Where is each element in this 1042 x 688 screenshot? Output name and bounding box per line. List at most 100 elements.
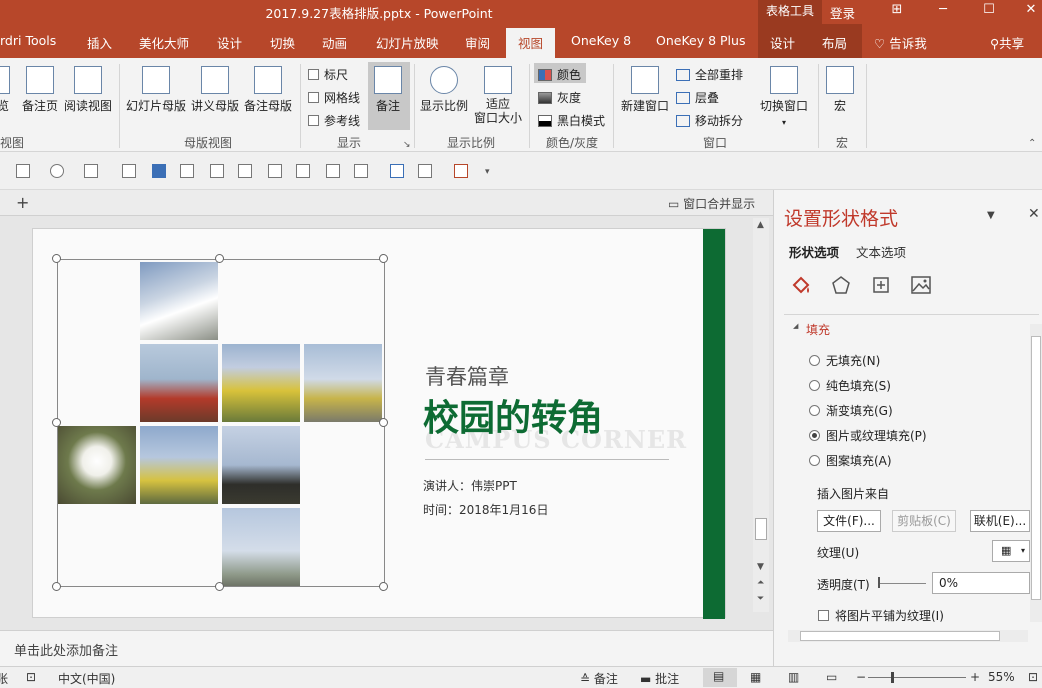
arrange-all-button[interactable]: 全部重排 [676, 66, 743, 83]
dialog-launcher-icon[interactable]: ↘ [403, 140, 411, 150]
slide-sorter-icon[interactable]: ▦ [750, 670, 761, 684]
tab-text-options[interactable]: 文本选项 [856, 242, 906, 261]
fit-slide-icon[interactable]: ⊡ [1028, 670, 1038, 684]
gradient-fill-radio[interactable]: 渐变填充(G) [809, 402, 893, 419]
flip-icon[interactable] [354, 164, 368, 178]
selection-frame[interactable] [57, 259, 385, 587]
clipboard-button[interactable]: 剪贴板(C) [892, 510, 956, 532]
align-right-icon[interactable] [210, 164, 224, 178]
tab-rdri-tools[interactable]: rdri Tools [0, 33, 56, 48]
pane-horizontal-scrollbar[interactable] [788, 630, 1028, 642]
normal-view-button[interactable]: ▤ [703, 668, 737, 687]
radio-dot[interactable] [809, 455, 820, 466]
radio-dot[interactable] [809, 355, 820, 366]
login-link[interactable]: 登录 [830, 3, 855, 22]
reading-view-icon[interactable]: ▥ [788, 670, 799, 684]
align-left-icon[interactable] [180, 164, 194, 178]
notes-master-button[interactable]: 备注母版 [244, 66, 292, 114]
merge-window-display-button[interactable]: ▭ 窗口合并显示 [668, 195, 755, 212]
picture-fill-radio[interactable]: 图片或纹理填充(P) [809, 427, 927, 444]
zoom-slider[interactable] [868, 677, 966, 678]
macros-button[interactable]: 宏 [826, 66, 854, 114]
tab-slideshow[interactable]: 幻灯片放映 [376, 33, 439, 52]
ribbon-display-icon[interactable]: ⊞ [874, 0, 920, 24]
pane-options-icon[interactable]: ▼ [987, 210, 995, 221]
no-fill-radio[interactable]: 无填充(N) [809, 352, 880, 369]
tab-view[interactable]: 视图 [506, 28, 556, 58]
distribute-horizontal-icon[interactable] [268, 164, 282, 178]
size-properties-icon[interactable] [870, 274, 892, 296]
minimize-icon[interactable]: ─ [920, 0, 966, 24]
pane-scroll-thumb[interactable] [1031, 336, 1041, 600]
slideshow-icon[interactable]: ▭ [826, 670, 837, 684]
pen-icon[interactable] [390, 164, 404, 178]
align-center-icon[interactable] [238, 164, 252, 178]
reading-view-button[interactable]: 阅读视图 [64, 66, 112, 114]
switch-window-button[interactable]: 切换窗口 ▾ [760, 66, 808, 128]
slide-canvas[interactable]: CAMPUS CORNER 青春篇章 校园的转角 演讲人：伟崇PPT 时间：20… [32, 228, 726, 619]
maximize-icon[interactable]: ☐ [966, 0, 1012, 24]
guides-checkbox[interactable]: 参考线 [308, 112, 360, 129]
ruler-checkbox[interactable]: 标尺 [308, 66, 348, 83]
slide-vertical-scrollbar[interactable]: ▲ ▼ ⏶ ⏷ [753, 218, 769, 612]
tab-design[interactable]: 设计 [217, 33, 242, 52]
status-comments-button[interactable]: ▬ 批注 [640, 670, 679, 687]
transparency-input[interactable]: 0% [932, 572, 1030, 594]
format-painter-icon[interactable] [454, 164, 468, 178]
tab-transitions[interactable]: 切换 [270, 33, 295, 52]
previous-slide-icon[interactable]: ⏶ [757, 578, 764, 588]
scroll-down-icon[interactable]: ▼ [757, 562, 764, 572]
solid-fill-radio[interactable]: 纯色填充(S) [809, 377, 891, 394]
pane-close-icon[interactable]: ✕ [1028, 206, 1040, 222]
shape-outline-icon[interactable] [50, 164, 64, 178]
slide-master-button[interactable]: 幻灯片母版 [126, 66, 186, 114]
status-notes-button[interactable]: ≙ 备注 [580, 670, 618, 687]
guides-check-box[interactable] [308, 115, 319, 126]
language-indicator[interactable]: 中文(中国) [58, 670, 115, 687]
align-middle-icon[interactable] [326, 164, 340, 178]
distribute-icon[interactable] [296, 164, 310, 178]
customize-toolbar-icon[interactable]: ▾ [485, 167, 490, 177]
notes-placeholder[interactable]: 单击此处添加备注 [14, 640, 118, 659]
texture-dropdown[interactable]: ▦ ▾ [992, 540, 1030, 562]
share-button[interactable]: ⚲共享 [990, 33, 1024, 52]
pattern-fill-radio[interactable]: 图案填充(A) [809, 452, 892, 469]
move-split-button[interactable]: 移动拆分 [676, 112, 743, 129]
zoom-slider-knob[interactable] [891, 672, 894, 683]
tab-shape-options[interactable]: 形状选项 [789, 242, 839, 261]
tab-table-design[interactable]: 设计 [770, 33, 795, 52]
add-tab-icon[interactable]: + [16, 193, 29, 212]
tab-beautify[interactable]: 美化大师 [139, 33, 189, 52]
tab-onekey8[interactable]: OneKey 8 [571, 33, 631, 48]
zoom-level[interactable]: 55% [988, 670, 1015, 684]
resize-handle[interactable] [379, 418, 388, 427]
collapse-ribbon-icon[interactable]: ⌃ [1028, 138, 1036, 149]
resize-handle[interactable] [215, 254, 224, 263]
color-button[interactable]: 颜色 [538, 66, 581, 83]
tab-onekey8plus[interactable]: OneKey 8 Plus [656, 33, 745, 48]
gridlines-checkbox[interactable]: 网格线 [308, 89, 360, 106]
resize-handle[interactable] [379, 582, 388, 591]
resize-handle[interactable] [52, 582, 61, 591]
cascade-button[interactable]: 层叠 [676, 89, 719, 106]
radio-dot-selected[interactable] [809, 430, 820, 441]
blue-square-icon[interactable] [152, 164, 166, 178]
effects-icon[interactable] [830, 274, 852, 296]
resize-handle[interactable] [52, 418, 61, 427]
resize-handle[interactable] [52, 254, 61, 263]
pane-vertical-scrollbar[interactable] [1030, 324, 1042, 622]
picture-icon[interactable] [910, 274, 932, 296]
shape-fill-icon[interactable] [16, 164, 30, 178]
tab-table-layout[interactable]: 布局 [822, 33, 847, 52]
tab-insert[interactable]: 插入 [87, 33, 112, 52]
transparency-slider-knob[interactable] [878, 577, 880, 588]
transparency-slider[interactable] [878, 583, 926, 584]
proofing-icon[interactable]: ⊡ [26, 670, 36, 684]
resize-handle[interactable] [379, 254, 388, 263]
gridlines-check-box[interactable] [308, 92, 319, 103]
scroll-up-icon[interactable]: ▲ [757, 220, 764, 230]
radio-dot[interactable] [809, 380, 820, 391]
zoom-out-icon[interactable]: − [856, 670, 866, 684]
fit-to-window-button[interactable]: 适应 窗口大小 [474, 66, 522, 125]
tile-check-box[interactable] [818, 610, 829, 621]
